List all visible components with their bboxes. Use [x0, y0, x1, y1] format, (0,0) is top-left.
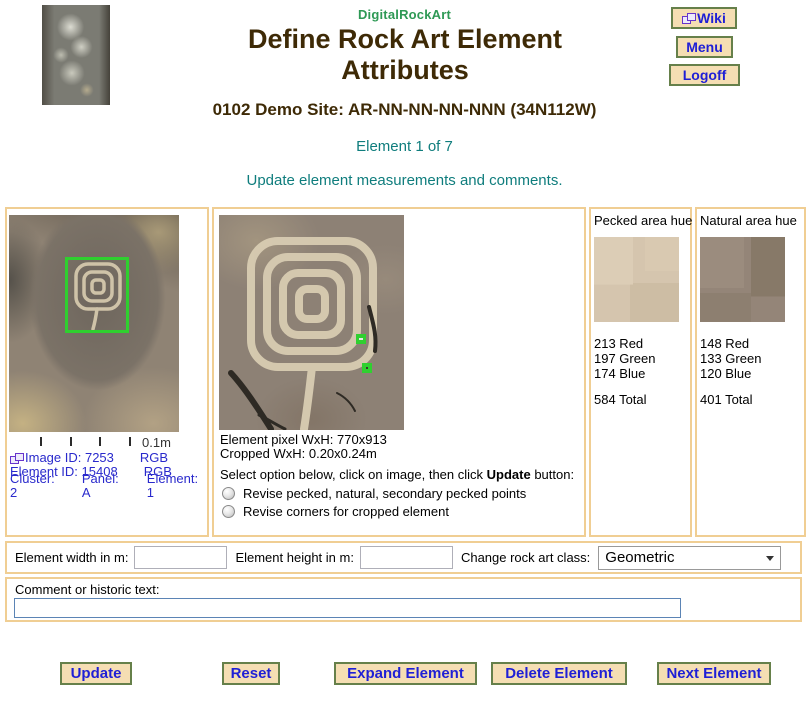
reset-button[interactable]: Reset	[222, 662, 280, 685]
page-instruction: Update element measurements and comments…	[0, 172, 809, 189]
instruction-bold: Update	[487, 467, 531, 482]
rock-art-class-select[interactable]: Geometric	[598, 546, 781, 570]
natural-red: 148 Red	[700, 336, 804, 351]
chevron-down-icon	[766, 556, 774, 561]
element-height-label: Element height in m:	[235, 550, 354, 565]
logoff-button-label: Logoff	[683, 67, 727, 83]
page: DigitalRockArt Define Rock Art Element A…	[0, 0, 809, 703]
page-title: Define Rock Art Element Attributes	[185, 24, 625, 86]
expand-element-button[interactable]: Expand Element	[334, 662, 477, 685]
natural-total: 401 Total	[700, 392, 804, 407]
next-element-button[interactable]: Next Element	[657, 662, 771, 685]
mini-spiral-glyph	[68, 260, 126, 330]
radio-button[interactable]	[222, 505, 235, 518]
natural-hue-panel: Natural area hue 148 Red 133 Green 120 B…	[695, 207, 806, 537]
menu-button-label: Menu	[686, 39, 723, 55]
overview-photo-panel: 0.1m Image ID: 7253 RGB Element ID: 1540…	[5, 207, 209, 537]
natural-hue-swatch	[700, 237, 785, 322]
radio-option-revise-points[interactable]: Revise pecked, natural, secondary pecked…	[222, 486, 526, 501]
element-width-label: Element width in m:	[15, 550, 128, 565]
image-rgb-link[interactable]: RGB	[140, 451, 168, 465]
delete-element-button-label: Delete Element	[505, 665, 613, 682]
cluster-text: Cluster: 2	[10, 472, 64, 500]
overview-rock-photo[interactable]	[9, 215, 179, 432]
pecked-red: 213 Red	[594, 336, 690, 351]
menu-button[interactable]: Menu	[676, 36, 733, 58]
panel-text: Panel: A	[82, 472, 129, 500]
window-icon[interactable]	[10, 453, 24, 464]
dimension-text-block: Element pixel WxH: 770x913 Cropped WxH: …	[220, 433, 387, 461]
natural-hue-title: Natural area hue	[700, 213, 804, 228]
expand-element-button-label: Expand Element	[347, 665, 464, 682]
cropped-dimensions: Cropped WxH: 0.20x0.24m	[220, 447, 387, 461]
spiral-glyph-overlay	[219, 215, 404, 430]
scale-tick	[40, 437, 42, 446]
site-line: 0102 Demo Site: AR-NN-NN-NN-NNN (34N112W…	[0, 100, 809, 120]
next-element-button-label: Next Element	[666, 665, 761, 682]
natural-blue: 120 Blue	[700, 366, 804, 381]
select-option-instruction: Select option below, click on image, the…	[220, 467, 574, 482]
element-height-input[interactable]	[360, 546, 453, 569]
logoff-button[interactable]: Logoff	[669, 64, 740, 86]
instruction-prefix: Select option below, click on image, the…	[220, 467, 487, 482]
natural-rgb-values: 148 Red 133 Green 120 Blue	[700, 336, 804, 381]
pecked-total: 584 Total	[594, 392, 690, 407]
pecked-hue-swatch	[594, 237, 679, 322]
scale-bar: 0.1m	[7, 437, 207, 449]
radio-label: Revise corners for cropped element	[243, 504, 449, 519]
pixel-dimensions: Element pixel WxH: 770x913	[220, 433, 387, 447]
update-button[interactable]: Update	[60, 662, 132, 685]
pecked-green: 197 Green	[594, 351, 690, 366]
image-id-text: Image ID: 7253	[25, 451, 114, 465]
comment-input[interactable]	[14, 598, 681, 618]
measurements-row: Element width in m: Element height in m:…	[5, 541, 802, 574]
radio-button[interactable]	[222, 487, 235, 500]
pecked-hue-title: Pecked area hue	[594, 213, 690, 228]
instruction-suffix: button:	[531, 467, 574, 482]
pecked-hue-panel: Pecked area hue 213 Red 197 Green 174 Bl…	[589, 207, 692, 537]
scale-tick	[129, 437, 131, 446]
pecked-rgb-values: 213 Red 197 Green 174 Blue	[594, 336, 690, 381]
image-id-block: Image ID: 7253 RGB Element ID: 15408 RGB…	[10, 451, 207, 493]
wiki-button-label: Wiki	[697, 10, 726, 26]
cropped-element-panel: Element pixel WxH: 770x913 Cropped WxH: …	[212, 207, 586, 537]
element-selection-box	[65, 257, 129, 333]
scale-tick	[70, 437, 72, 446]
comment-row: Comment or historic text:	[5, 577, 802, 622]
rock-art-class-value: Geometric	[605, 549, 674, 566]
update-button-label: Update	[71, 665, 122, 682]
window-icon	[682, 13, 696, 24]
pecked-blue: 174 Blue	[594, 366, 690, 381]
rock-art-class-label: Change rock art class:	[461, 550, 590, 565]
element-number-text: Element: 1	[147, 472, 207, 500]
radio-option-revise-corners[interactable]: Revise corners for cropped element	[222, 504, 449, 519]
element-counter: Element 1 of 7	[0, 138, 809, 155]
comment-label: Comment or historic text:	[15, 582, 160, 597]
scale-label: 0.1m	[142, 435, 171, 450]
reset-button-label: Reset	[231, 665, 272, 682]
element-width-input[interactable]	[134, 546, 227, 569]
wiki-button[interactable]: Wiki	[671, 7, 737, 29]
scale-tick	[99, 437, 101, 446]
delete-element-button[interactable]: Delete Element	[491, 662, 627, 685]
natural-green: 133 Green	[700, 351, 804, 366]
radio-label: Revise pecked, natural, secondary pecked…	[243, 486, 526, 501]
cropped-element-photo[interactable]	[219, 215, 404, 430]
